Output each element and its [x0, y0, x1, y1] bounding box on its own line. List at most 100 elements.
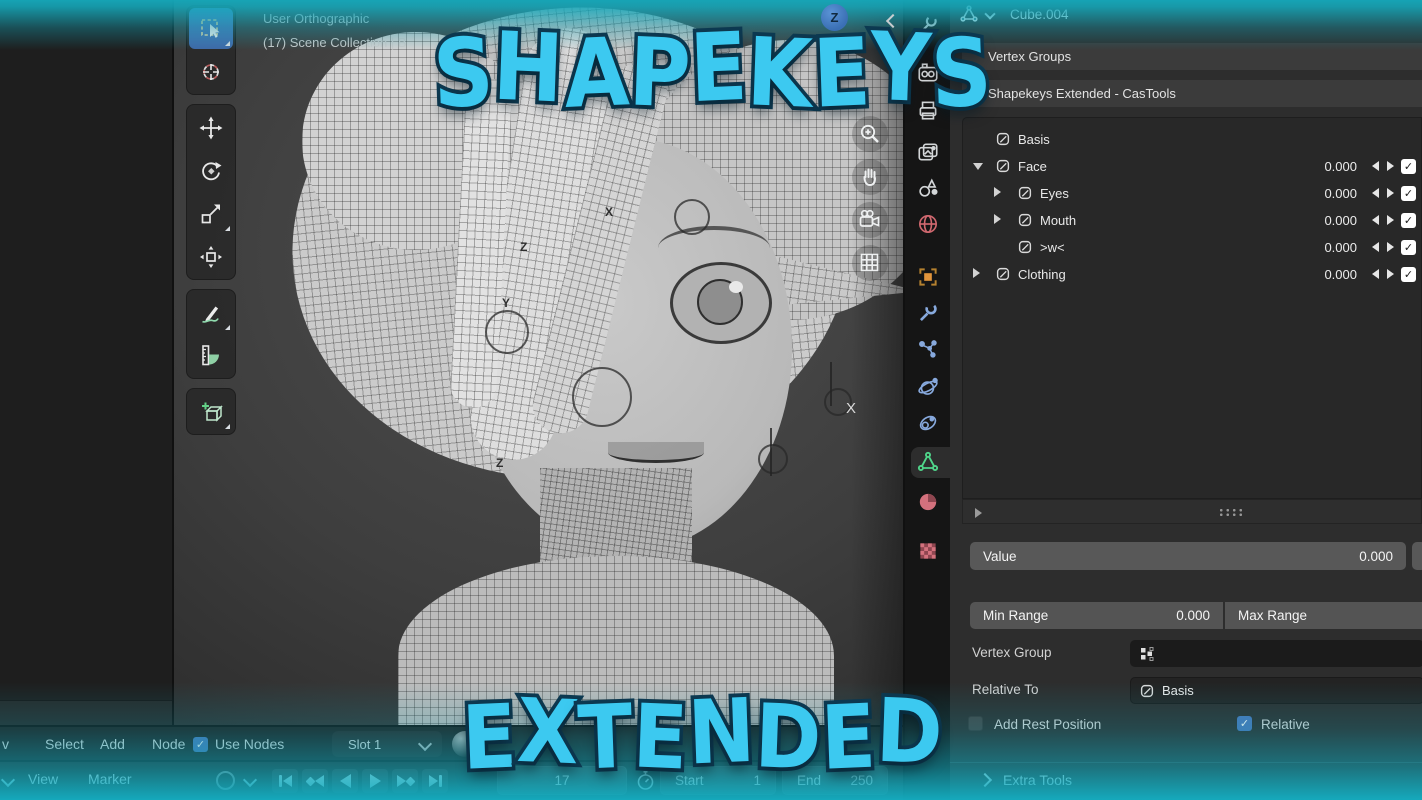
play-reverse-button[interactable]	[332, 769, 358, 793]
shader-editor-canvas[interactable]	[0, 0, 172, 727]
shapekey-row-face[interactable]: Face 0.000	[963, 153, 1421, 180]
collapse-triangle-icon[interactable]	[973, 163, 983, 170]
add-menu[interactable]: Add	[100, 736, 125, 752]
relative-to-label: Relative To	[972, 682, 1039, 697]
expand-triangle-icon[interactable]	[973, 268, 980, 278]
auto-keying-record-icon[interactable]	[216, 771, 235, 790]
tab-constraints[interactable]	[916, 411, 940, 435]
value-slider-sliver[interactable]	[1412, 542, 1422, 570]
keying-chevron-icon[interactable]	[243, 773, 257, 787]
step-left-icon[interactable]	[1372, 242, 1379, 252]
min-range-slider[interactable]: Min Range 0.000	[970, 602, 1223, 629]
rotate-tool-button[interactable]	[189, 150, 233, 191]
shapekey-value[interactable]: 0.000	[1324, 240, 1357, 255]
relative-to-field[interactable]: Basis	[1130, 677, 1422, 704]
camera-view-button[interactable]	[852, 202, 888, 238]
shapekey-row-clothing[interactable]: Clothing 0.000	[963, 261, 1421, 288]
thumbnail-title-top: SHAPEKEYS	[402, 16, 1022, 126]
tab-modifiers[interactable]	[916, 301, 940, 325]
shapekey-checkbox[interactable]	[1401, 267, 1416, 282]
tab-object-data[interactable]	[916, 450, 940, 474]
add-cube-tool-button[interactable]	[189, 391, 233, 432]
expand-triangle-icon[interactable]	[975, 508, 982, 518]
expand-triangle-icon[interactable]	[994, 187, 1001, 197]
grid-ortho-button[interactable]	[852, 245, 888, 281]
shapekey-value[interactable]: 0.000	[1324, 159, 1357, 174]
tab-scene[interactable]	[916, 176, 940, 200]
world-properties-icon	[916, 212, 940, 236]
tab-material[interactable]	[916, 490, 940, 514]
object-data-icon	[916, 450, 940, 474]
rotate-tool-icon	[198, 158, 224, 184]
step-right-icon[interactable]	[1387, 215, 1394, 225]
shapekey-checkbox[interactable]	[1401, 186, 1416, 201]
measure-tool-button[interactable]	[189, 335, 233, 376]
shapekey-row-eyes[interactable]: Eyes 0.000	[963, 180, 1421, 207]
expand-triangle-icon[interactable]	[994, 214, 1001, 224]
view-menu-partial[interactable]: v	[2, 736, 9, 752]
pan-button[interactable]	[852, 159, 888, 195]
editor-divider[interactable]	[172, 0, 174, 727]
node-menu[interactable]: Node	[152, 736, 185, 752]
previous-keyframe-button[interactable]	[302, 769, 328, 793]
extra-tools-panel-header[interactable]: Extra Tools	[950, 762, 1422, 796]
relative-label: Relative	[1261, 717, 1310, 732]
timeline-marker-menu[interactable]: Marker	[88, 771, 132, 787]
select-menu[interactable]: Select	[45, 736, 84, 752]
max-range-slider[interactable]: Max Range	[1225, 602, 1422, 629]
add-cube-tool-icon	[198, 399, 224, 425]
play-button[interactable]	[362, 769, 388, 793]
tab-world[interactable]	[916, 212, 940, 236]
shapekey-value[interactable]: 0.000	[1324, 267, 1357, 282]
vertex-groups-panel-header[interactable]: Vertex Groups	[962, 43, 1422, 70]
tab-physics[interactable]	[916, 375, 940, 399]
step-left-icon[interactable]	[1372, 269, 1379, 279]
vertex-group-label: Vertex Group	[972, 645, 1052, 660]
shapekey-value[interactable]: 0.000	[1324, 213, 1357, 228]
shapekey-row-mouth[interactable]: Mouth 0.000	[963, 207, 1421, 234]
shapekey-icon	[1140, 684, 1154, 698]
scale-tool-icon	[198, 201, 224, 227]
context-label: (17) Scene Collection | B	[263, 31, 407, 55]
relative-checkbox[interactable]	[1237, 716, 1252, 731]
step-right-icon[interactable]	[1387, 269, 1394, 279]
step-right-icon[interactable]	[1387, 188, 1394, 198]
tab-texture[interactable]	[916, 539, 940, 563]
shapekeys-panel-header[interactable]: Shapekeys Extended - CasTools	[962, 80, 1422, 107]
shapekey-checkbox[interactable]	[1401, 159, 1416, 174]
transform-tool-button[interactable]	[189, 236, 233, 277]
cursor-tool-button[interactable]	[189, 51, 233, 92]
timeline-view-menu[interactable]: View	[28, 771, 58, 787]
use-nodes-label: Use Nodes	[215, 736, 284, 752]
slot-dropdown[interactable]: Slot 1	[332, 731, 442, 757]
cursor-tool-icon	[198, 59, 224, 85]
shapekey-checkbox[interactable]	[1401, 240, 1416, 255]
scale-tool-button[interactable]	[189, 193, 233, 234]
shapekey-checkbox[interactable]	[1401, 213, 1416, 228]
move-tool-button[interactable]	[189, 107, 233, 148]
value-slider[interactable]: Value 0.000	[970, 542, 1406, 570]
tab-particles[interactable]	[916, 338, 940, 362]
select-box-tool-button[interactable]	[189, 8, 233, 49]
editor-type-chevron-icon[interactable]	[1, 773, 15, 787]
resize-grip-icon[interactable]	[1218, 508, 1244, 517]
step-right-icon[interactable]	[1387, 161, 1394, 171]
next-keyframe-button[interactable]	[392, 769, 418, 793]
vertex-group-field[interactable]	[1130, 640, 1422, 667]
jump-to-start-button[interactable]	[272, 769, 298, 793]
shapekey-row-wface[interactable]: >w< 0.000	[963, 234, 1421, 261]
use-nodes-checkbox[interactable]	[193, 737, 208, 752]
step-left-icon[interactable]	[1372, 188, 1379, 198]
bone-circle	[758, 444, 788, 474]
step-left-icon[interactable]	[1372, 161, 1379, 171]
step-right-icon[interactable]	[1387, 242, 1394, 252]
tab-view-layer[interactable]	[916, 140, 940, 164]
viewport-nav-controls	[852, 116, 888, 281]
view-layer-icon	[916, 140, 940, 164]
step-left-icon[interactable]	[1372, 215, 1379, 225]
value-label: Value	[983, 549, 1017, 564]
shapekey-row-basis[interactable]: Basis	[963, 126, 1421, 153]
annotate-tool-button[interactable]	[189, 292, 233, 333]
tab-object[interactable]	[916, 265, 940, 289]
shapekey-value[interactable]: 0.000	[1324, 186, 1357, 201]
